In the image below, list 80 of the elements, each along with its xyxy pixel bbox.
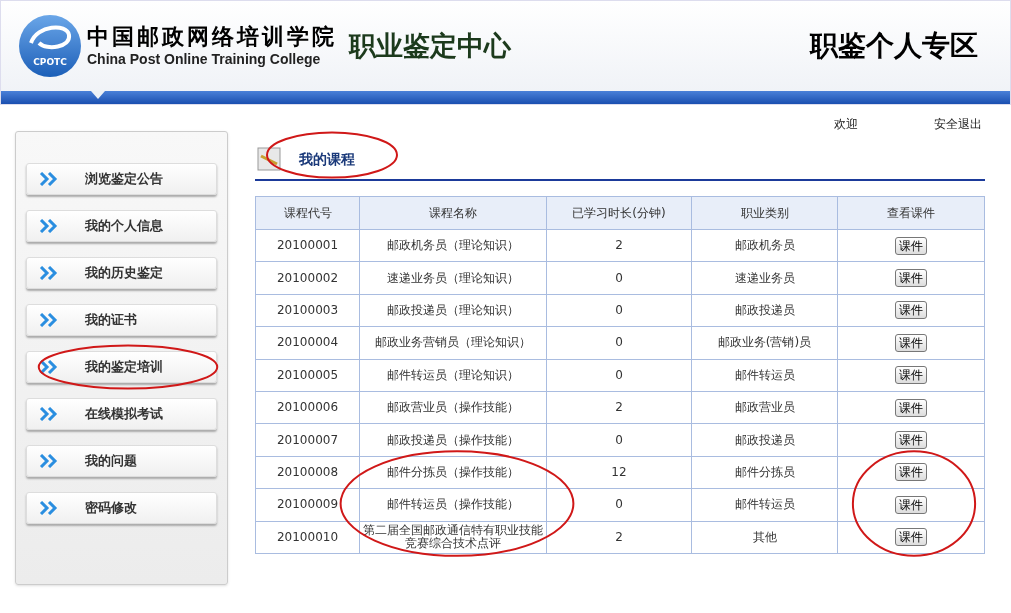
courseware-button[interactable]: 课件: [895, 463, 927, 482]
table-cell: 其他: [691, 521, 838, 554]
table-cell: 邮政投递员（理论知识）: [359, 294, 547, 327]
sidebar-menu-item[interactable]: 密码修改: [26, 492, 217, 524]
double-chevron-icon: [39, 501, 59, 515]
courseware-button[interactable]: 课件: [895, 269, 927, 288]
table-cell: 邮件分拣员（操作技能）: [359, 456, 547, 489]
courseware-button[interactable]: 课件: [895, 431, 927, 450]
courseware-button[interactable]: 课件: [895, 528, 927, 547]
header-link[interactable]: 安全退出: [934, 115, 982, 133]
table-cell: 2: [546, 391, 692, 424]
table-cell: 0: [546, 488, 692, 521]
sidebar-menu-item[interactable]: 在线模拟考试: [26, 398, 217, 430]
table-cell: 20100009: [255, 488, 360, 521]
column-header: 已学习时长(分钟): [546, 196, 692, 230]
table-cell: 邮件分拣员: [691, 456, 838, 489]
table-cell: 第二届全国邮政通信特有职业技能竞赛综合技术点评: [359, 521, 547, 554]
notch-icon: [91, 91, 105, 99]
header-link[interactable]: 欢迎: [834, 115, 858, 133]
table-cell: 20100006: [255, 391, 360, 424]
table-cell: 2: [546, 229, 692, 262]
table-cell: 邮政业务营销员（理论知识）: [359, 326, 547, 360]
sidebar-menu-item[interactable]: 我的历史鉴定: [26, 257, 217, 289]
table-cell: 12: [546, 456, 692, 489]
courseware-button[interactable]: 课件: [895, 333, 927, 352]
table-cell: 0: [546, 261, 692, 295]
college-name-chinese: 中国邮政网络培训学院: [87, 22, 337, 49]
table-cell: 邮政机务员: [691, 229, 838, 262]
table-cell: 20100005: [255, 359, 360, 392]
column-header: 查看课件: [837, 196, 985, 230]
table-cell: 0: [546, 359, 692, 392]
double-chevron-icon: [39, 266, 59, 280]
column-header: 课程代号: [255, 196, 360, 230]
logo-badge-text: CPOTC: [33, 55, 67, 69]
table-cell: 20100008: [255, 456, 360, 489]
table-cell: 邮件转运员（理论知识）: [359, 359, 547, 392]
double-chevron-icon: [39, 454, 59, 468]
center-title: 职业鉴定中心: [349, 28, 511, 63]
courseware-button[interactable]: 课件: [895, 495, 927, 514]
table-cell: 邮件转运员: [691, 359, 838, 392]
table-cell: 2: [546, 521, 692, 554]
table-cell: 邮件转运员（操作技能）: [359, 488, 547, 521]
sidebar-menu-item[interactable]: 我的问题: [26, 445, 217, 477]
table-cell: 0: [546, 294, 692, 327]
double-chevron-icon: [39, 219, 59, 233]
table-cell: 邮政营业员（操作技能）: [359, 391, 547, 424]
section-title: 我的课程: [299, 149, 355, 169]
double-chevron-icon: [39, 172, 59, 186]
table-cell: 邮政投递员（操作技能）: [359, 423, 547, 457]
column-header: 课程名称: [359, 196, 547, 230]
courseware-button[interactable]: 课件: [895, 236, 927, 255]
table-cell: 20100003: [255, 294, 360, 327]
courseware-button[interactable]: 课件: [895, 301, 927, 320]
table-cell: 邮政机务员（理论知识）: [359, 229, 547, 262]
sidebar-menu-item[interactable]: 我的证书: [26, 304, 217, 336]
courseware-button[interactable]: 课件: [895, 366, 927, 385]
sidebar-menu-item[interactable]: 我的个人信息: [26, 210, 217, 242]
table-cell: 速递业务员（理论知识）: [359, 261, 547, 295]
table-cell: 邮政业务(营销)员: [691, 326, 838, 360]
table-cell: 20100010: [255, 521, 360, 554]
table-cell: 20100004: [255, 326, 360, 360]
column-header: 职业类别: [691, 196, 838, 230]
table-cell: 邮政营业员: [691, 391, 838, 424]
courseware-button[interactable]: 课件: [895, 398, 927, 417]
table-cell: 20100007: [255, 423, 360, 457]
table-cell: 20100001: [255, 229, 360, 262]
table-cell: 0: [546, 326, 692, 360]
table-cell: 邮政投递员: [691, 423, 838, 457]
table-cell: 速递业务员: [691, 261, 838, 295]
college-name-english: China Post Online Training College: [87, 49, 322, 69]
table-cell: 0: [546, 423, 692, 457]
double-chevron-icon: [39, 313, 59, 327]
table-cell: 邮件转运员: [691, 488, 838, 521]
table-cell: 20100002: [255, 261, 360, 295]
sidebar-menu-item[interactable]: 浏览鉴定公告: [26, 163, 217, 195]
table-cell: 邮政投递员: [691, 294, 838, 327]
double-chevron-icon: [39, 360, 59, 374]
sidebar-menu-item[interactable]: 我的鉴定培训: [26, 351, 217, 383]
double-chevron-icon: [39, 407, 59, 421]
zone-title: 职鉴个人专区: [810, 28, 978, 64]
